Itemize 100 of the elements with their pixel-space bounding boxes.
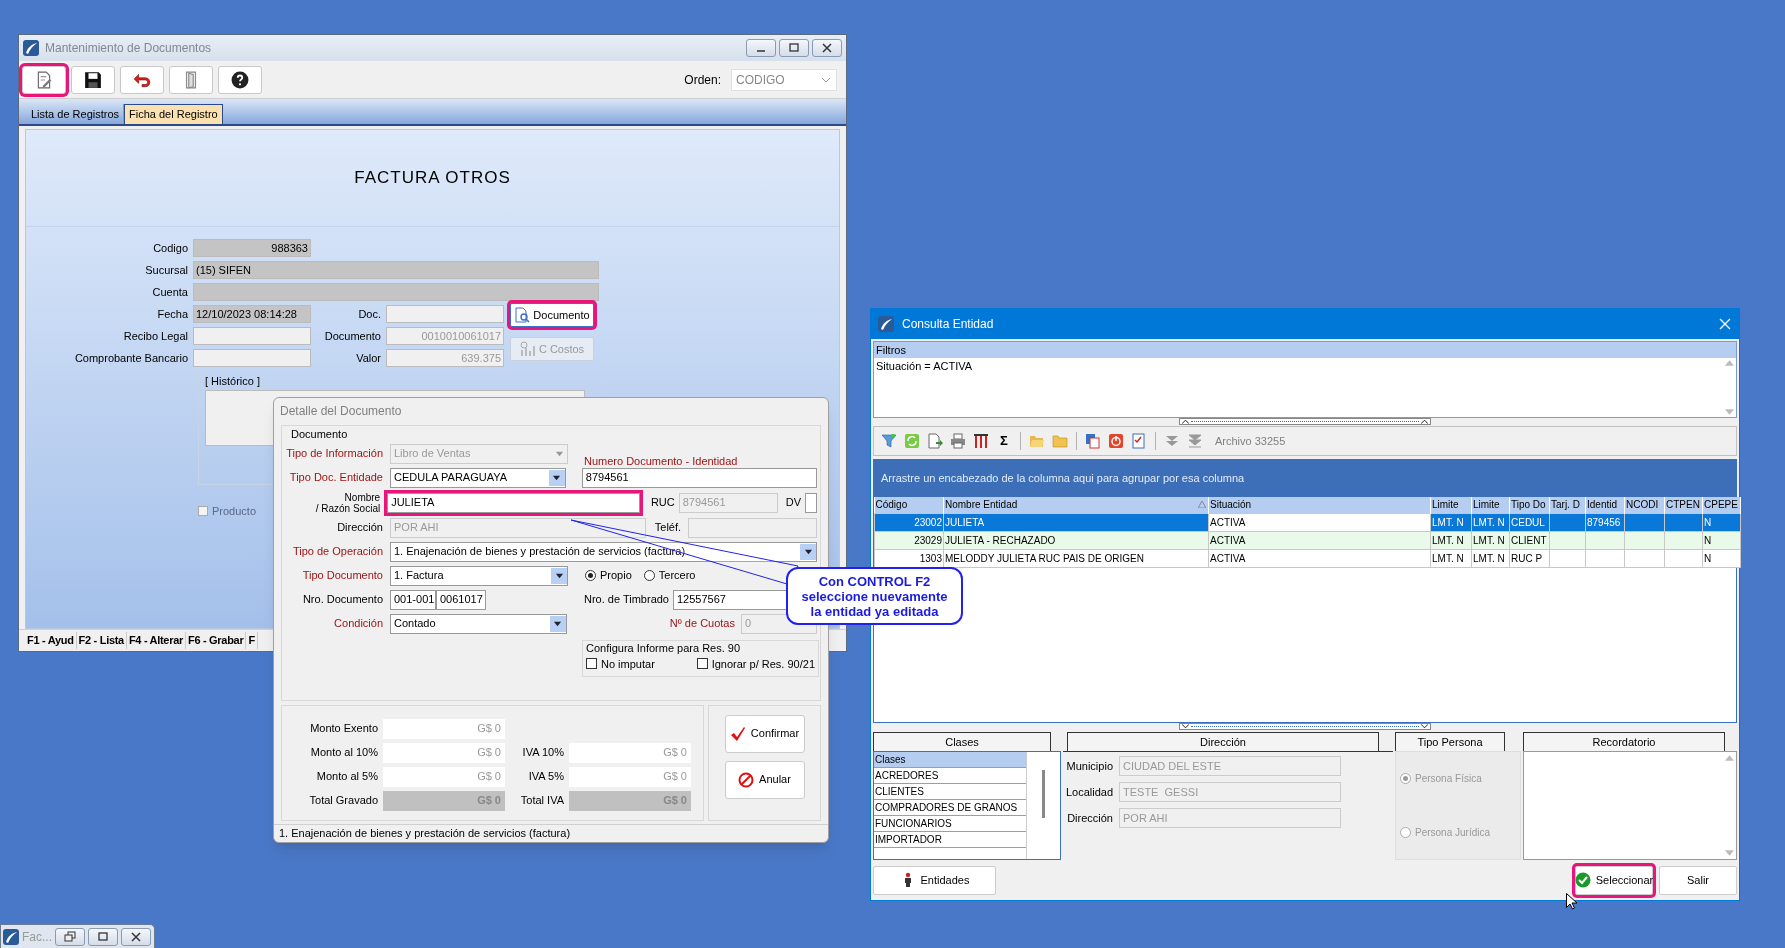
text-field[interactable]: 001-001 [390,589,436,610]
checkbox[interactable] [696,658,708,670]
column-header[interactable]: CPEPE [1702,497,1741,513]
action-button[interactable]: Anular [724,760,805,799]
text-field[interactable]: 12/10/2023 08:14:28 [193,305,311,323]
action-button[interactable]: Documento [510,303,594,327]
toolbar-button[interactable] [218,65,262,94]
column-header[interactable]: Limite [1471,497,1510,513]
field-label: Nombre / Razón Social [314,491,381,514]
radio-button[interactable] [1400,773,1411,785]
filter-text: Situación = ACTIVA [876,360,973,372]
panel-tab[interactable]: Clases [873,732,1051,751]
list-item[interactable]: Clases [874,752,1026,768]
dropdown[interactable]: CEDULA PARAGUAYA [390,467,566,488]
list-item[interactable]: FUNCIONARIOS [874,816,1026,832]
column-header[interactable]: Nombre Entidad [943,497,1209,513]
group-label: Documento [291,427,348,443]
tab[interactable]: Ficha del Registro [124,104,223,124]
mouse-pointer-icon [1566,893,1577,910]
field-label: Dirección [337,520,383,536]
radio-button[interactable] [1400,826,1411,838]
order-dropdown[interactable]: CODIGO [731,68,837,91]
action-button[interactable]: Salir [1659,865,1737,895]
app-icon [3,929,19,945]
checkbox-label: Producto [212,504,257,519]
scroll-up-icon[interactable] [1724,360,1734,366]
column-header[interactable]: Identid [1585,497,1625,513]
column-header[interactable]: Tarj. D [1549,497,1586,513]
action-button[interactable]: Confirmar [724,714,805,753]
panel-tab[interactable]: Dirección [1067,732,1379,751]
table-row[interactable]: 23002 JULIETA ACTIVA LMT. N LMT. N CEDUL 879456 N [874,513,1741,531]
text-field[interactable] [805,492,817,513]
scroll-down-icon[interactable] [1724,409,1734,415]
panel-tab[interactable]: Tipo Persona [1395,732,1505,751]
reminder-text-area[interactable] [1523,751,1737,860]
document-pencil-icon [35,70,53,89]
documents-icon [1085,433,1101,449]
column-header[interactable]: Limite [1430,497,1472,513]
toolbar-button[interactable] [1084,432,1102,450]
action-button[interactable]: Seleccionar [1575,865,1653,895]
scroll-up-icon[interactable] [1724,755,1734,761]
table-cell: 879456 [1585,513,1625,531]
text-field[interactable]: 988363 [193,239,311,257]
list-item[interactable]: CLIENTES [874,784,1026,800]
checkbox[interactable] [586,658,597,670]
column-header[interactable]: Código [874,497,944,513]
column-header[interactable]: NCODI [1624,497,1665,513]
table-cell: JULIETA [943,513,1209,531]
dropdown[interactable]: 1. Factura [390,565,568,586]
group-by-panel[interactable]: Arrastre un encabezado de la columna aqui para agrupar por esa columna [874,460,1736,497]
radio-button[interactable] [585,570,596,582]
double-chevron-icon [1164,433,1180,449]
text-field[interactable] [193,283,599,301]
toolbar-button[interactable] [972,432,990,450]
splitter-handle[interactable] [1179,418,1431,425]
panel-tab[interactable]: Recordatorio [1523,732,1725,751]
text-field[interactable] [386,305,504,323]
chevron-icon [1182,419,1189,424]
field-label: IVA 10% [522,745,564,761]
field-label: Municipio [1066,758,1113,774]
dropdown[interactable]: 1. Enajenación de bienes y prestación de servicios (factura) [390,541,817,562]
radio-label: Persona Jurídica [1415,825,1491,840]
column-header[interactable]: Situación [1208,497,1431,513]
toolbar-button[interactable]: Σ [995,432,1013,450]
toolbar-button[interactable] [120,65,164,94]
text-field[interactable] [193,349,311,367]
minimize-button[interactable] [746,39,776,57]
table-cell: LMT. N [1430,513,1472,531]
column-header[interactable]: Tipo Do [1509,497,1550,513]
maximize-button[interactable] [779,39,809,57]
close-icon[interactable] [1718,317,1732,331]
toolbar-button[interactable] [71,65,115,94]
close-button[interactable] [121,928,151,946]
text-field[interactable]: 0061017 [436,589,486,610]
table-cell: LMT. N [1471,513,1510,531]
scrollbar-thumb[interactable] [1042,770,1045,818]
restore-button[interactable] [55,928,85,946]
action-button[interactable]: Entidades [873,865,996,895]
folder-icon [1052,433,1068,449]
text-field[interactable] [193,327,311,345]
text-field[interactable]: 8794561 [581,467,817,488]
text-field[interactable]: JULIETA [387,492,640,513]
splitter-handle[interactable] [1179,723,1431,730]
list-item[interactable]: COMPRADORES DE GRANOS [874,800,1026,816]
column-header[interactable]: CTPEN [1664,497,1703,513]
text-field[interactable]: (15) SIFEN [193,261,599,279]
close-button[interactable] [812,39,842,57]
caret-icon [554,449,564,459]
restore-icon [62,929,78,945]
field-label: Nro. de Timbrado [584,592,669,608]
help-icon [231,70,249,89]
maximize-button[interactable] [88,928,118,946]
scroll-down-icon[interactable] [1724,850,1734,856]
radio-button[interactable] [643,570,655,582]
chart-icon [519,341,536,357]
dropdown[interactable]: Contado [390,613,567,634]
list-item[interactable]: IMPORTADOR [874,832,1026,848]
checkbox[interactable] [198,506,208,517]
folder-icon [1029,433,1045,449]
list-item[interactable]: ACREDORES [874,768,1026,784]
